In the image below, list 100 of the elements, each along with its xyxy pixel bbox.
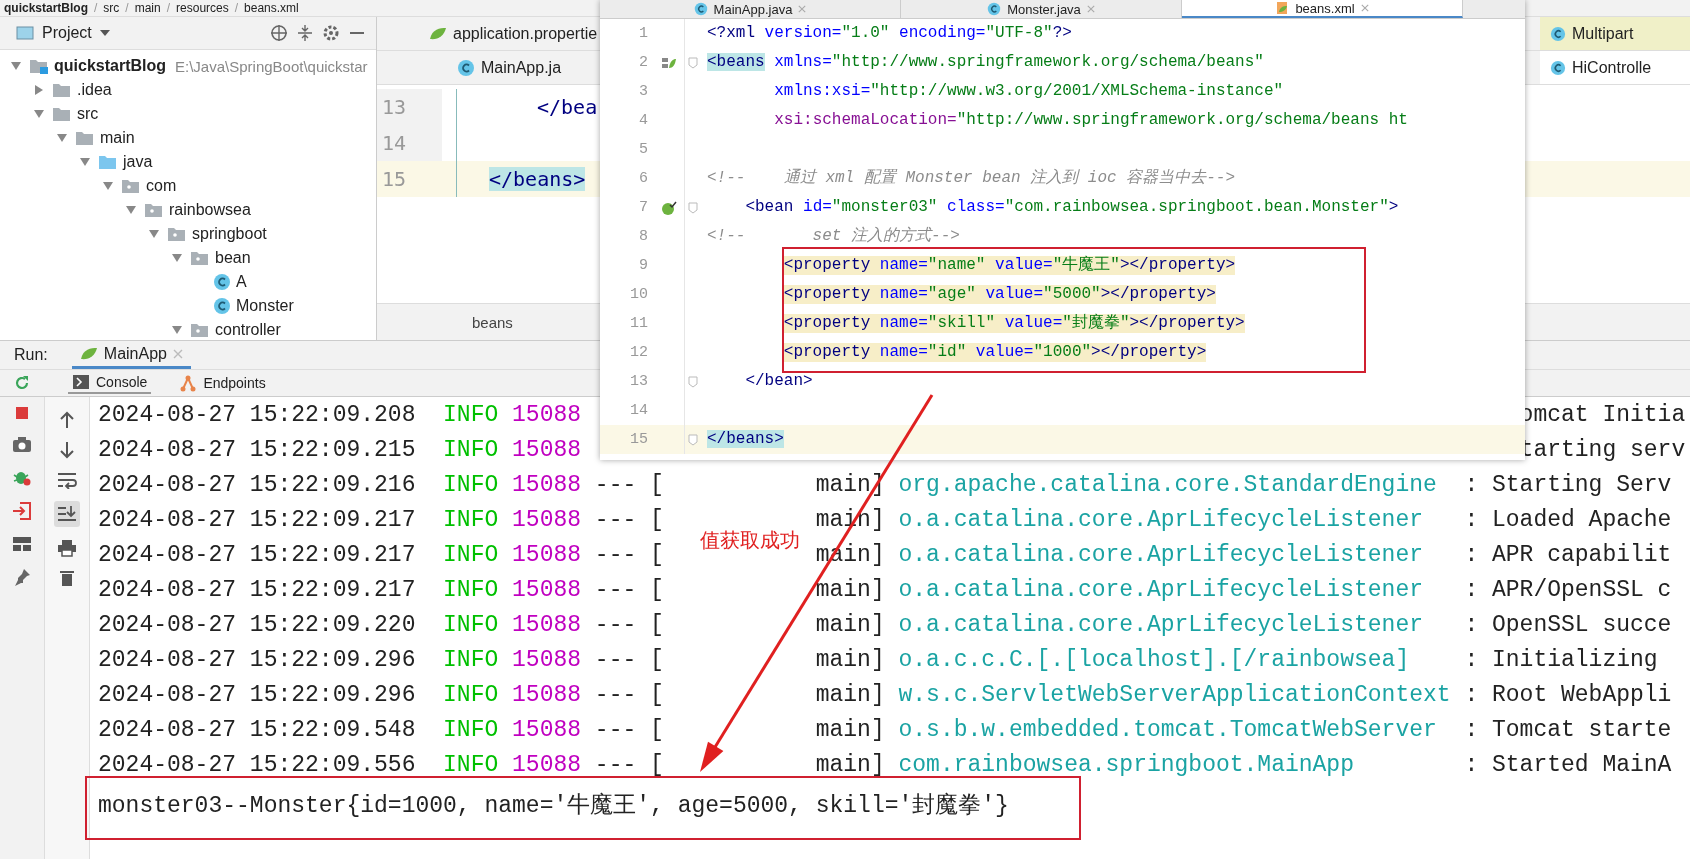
run-label: Run:	[14, 346, 48, 364]
log-level: INFO	[443, 436, 500, 463]
scroll-to-end-button[interactable]	[54, 501, 80, 527]
collapsed-arrow-icon[interactable]	[33, 84, 45, 96]
log-separator: :	[1464, 541, 1480, 568]
panel-title[interactable]: Project	[42, 24, 92, 42]
expanded-arrow-icon[interactable]	[171, 324, 183, 336]
log-message: tarting serv	[1518, 436, 1686, 463]
log-logger: w.s.c.ServletWebServerApplicationContext	[898, 681, 1452, 708]
log-message: OpenSSL succe	[1492, 611, 1673, 638]
locate-icon[interactable]	[270, 24, 288, 42]
tree-item[interactable]: .idea	[77, 81, 112, 99]
fold-marker-icon[interactable]	[688, 201, 698, 214]
expanded-arrow-icon[interactable]	[33, 108, 45, 120]
close-icon[interactable]	[1086, 5, 1095, 13]
expanded-arrow-icon[interactable]	[171, 252, 183, 264]
dropdown-caret-icon[interactable]	[99, 29, 110, 37]
pin-icon[interactable]	[12, 567, 32, 587]
line-number: 2	[638, 54, 649, 71]
log-pid: 15088	[512, 541, 583, 568]
stop-icon[interactable]	[14, 405, 30, 421]
log-logger: org.apache.catalina.core.StandardEngine	[898, 471, 1438, 498]
breadcrumb-item[interactable]: beans.xml	[244, 1, 299, 15]
tree-item[interactable]: java	[123, 153, 153, 171]
log-time: 2024-08-27 15:22:09.217	[98, 506, 417, 533]
layout-icon[interactable]	[12, 535, 32, 553]
breadcrumb-item[interactable]: quickstartBlog	[4, 1, 88, 15]
fold-marker-icon[interactable]	[688, 56, 698, 69]
print-icon[interactable]	[57, 539, 77, 557]
xml-attribute: value=	[994, 256, 1053, 274]
tree-item[interactable]: rainbowsea	[169, 201, 251, 219]
console-tab[interactable]: Endpoints	[175, 372, 270, 394]
log-bracket: [	[650, 576, 665, 603]
close-icon[interactable]	[798, 5, 807, 13]
tree-item[interactable]: com	[146, 177, 177, 195]
log-thread: main]	[815, 681, 886, 708]
log-separator: :	[1464, 611, 1480, 638]
breadcrumb-item[interactable]: main	[134, 1, 161, 15]
fold-marker-icon[interactable]	[688, 433, 698, 446]
tree-item[interactable]: A	[236, 273, 247, 291]
breadcrumb-item[interactable]: src	[103, 1, 120, 15]
expanded-arrow-icon[interactable]	[102, 180, 114, 192]
bean-icon[interactable]	[661, 199, 677, 216]
log-pid: 15088	[512, 576, 583, 603]
breadcrumb-item[interactable]: resources	[176, 1, 229, 15]
close-icon[interactable]	[1360, 4, 1369, 12]
console-tab[interactable]: Console	[68, 372, 152, 394]
expanded-arrow-icon[interactable]	[148, 228, 160, 240]
xml-value: "name"	[927, 256, 986, 274]
log-message: Loaded Apache	[1492, 506, 1673, 533]
up-arrow-icon[interactable]	[59, 411, 75, 429]
editor-tab[interactable]: Multipart	[1540, 17, 1690, 50]
log-separator: :	[1464, 471, 1480, 498]
editor-tab[interactable]: MainApp.java	[600, 0, 901, 18]
tree-item[interactable]: controller	[215, 321, 281, 339]
expanded-arrow-icon[interactable]	[79, 156, 91, 168]
xml-tag: >	[1388, 198, 1399, 216]
log-separator: :	[1464, 506, 1480, 533]
line-number: 9	[638, 257, 649, 274]
breadcrumb-item[interactable]: beans	[472, 313, 513, 331]
tree-item[interactable]: main	[100, 129, 135, 147]
down-arrow-icon[interactable]	[59, 441, 75, 459]
log-logger: o.a.catalina.core.AprLifecycleListener	[898, 576, 1424, 603]
editor-tab[interactable]: MainApp.ja	[377, 58, 562, 77]
log-pid: 15088	[512, 611, 583, 638]
soft-wrap-icon[interactable]	[57, 471, 77, 489]
trash-icon[interactable]	[59, 569, 75, 587]
xml-value: "http://www.springframework.org/schema/beans ht	[956, 111, 1408, 129]
xml-tag: <beans	[707, 53, 765, 71]
line-number: 1	[638, 25, 649, 42]
log-pid: 15088	[512, 751, 583, 778]
tree-item[interactable]: quickstartBlog	[54, 57, 166, 75]
fold-marker-icon[interactable]	[688, 375, 698, 388]
xml-attribute: xsi:schemaLocation=	[774, 111, 957, 129]
line-number: 10	[629, 286, 649, 303]
editor-tab[interactable]: beans.xml	[1182, 0, 1463, 18]
xml-tag: ></property>	[1091, 343, 1207, 361]
expanded-arrow-icon[interactable]	[125, 204, 137, 216]
log-pid: 15088	[512, 716, 583, 743]
log-separator: ---	[594, 576, 638, 603]
settings-icon[interactable]	[322, 24, 340, 42]
package-icon	[167, 225, 187, 243]
expanded-arrow-icon[interactable]	[10, 60, 22, 72]
collapse-icon[interactable]	[296, 24, 314, 42]
tree-item[interactable]: Monster	[236, 297, 294, 315]
line-number: 14	[377, 125, 442, 161]
project-view-icon	[16, 25, 34, 41]
tree-item[interactable]: bean	[215, 249, 251, 267]
tree-item[interactable]: src	[77, 105, 99, 123]
line-number: 6	[638, 170, 649, 187]
camera-icon[interactable]	[12, 435, 32, 453]
expanded-arrow-icon[interactable]	[56, 132, 68, 144]
log-logger: o.a.c.c.C.[.[localhost].[/rainbowsea]	[898, 646, 1411, 673]
exit-icon[interactable]	[12, 501, 32, 521]
rerun-icon[interactable]	[13, 374, 31, 392]
tree-item[interactable]: springboot	[192, 225, 267, 243]
folder-icon	[52, 81, 72, 99]
editor-tab[interactable]: application.propertie	[377, 24, 598, 43]
editor-tab[interactable]: HiControlle	[1540, 51, 1690, 84]
xml-attribute: encoding=	[898, 24, 986, 42]
